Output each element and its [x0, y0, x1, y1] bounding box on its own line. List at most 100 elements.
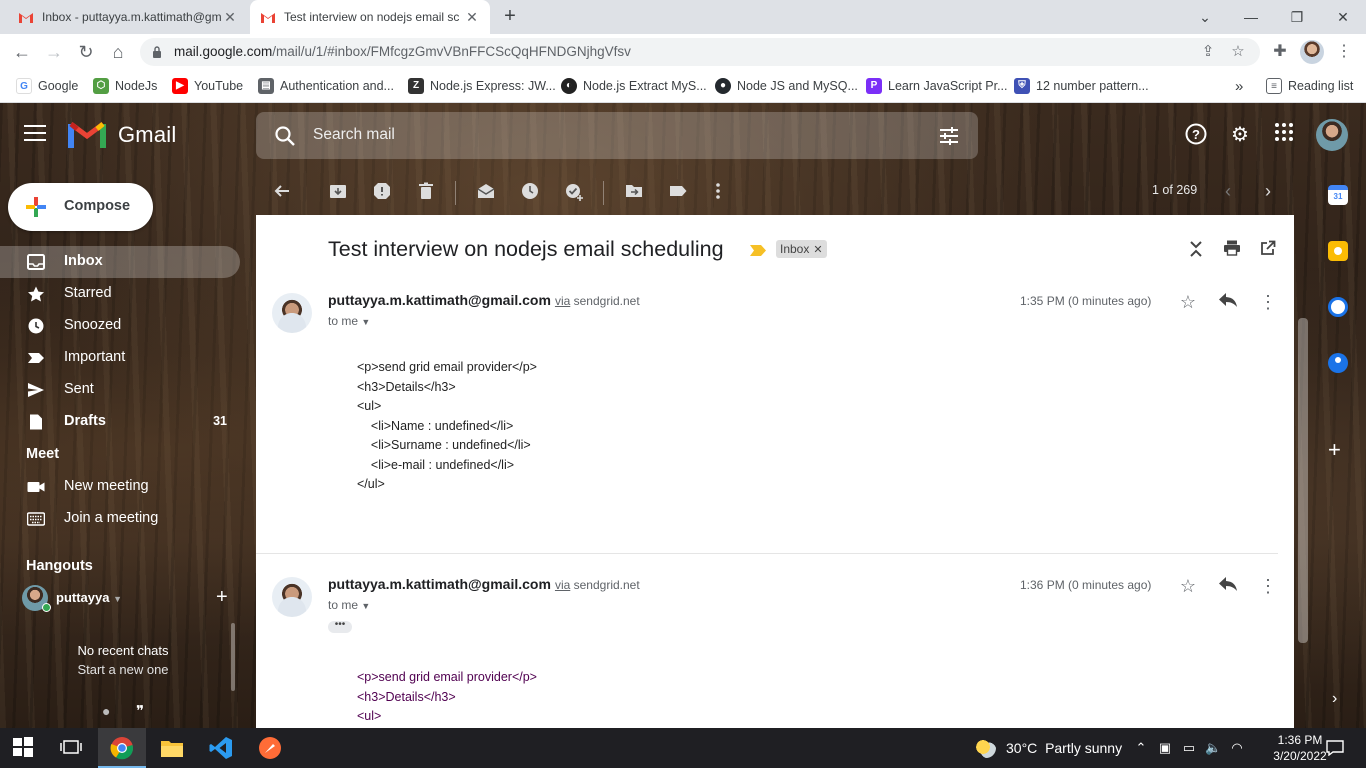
via-link[interactable]: via [555, 578, 570, 592]
close-tab-icon[interactable]: ✕ [222, 9, 238, 26]
sender-avatar[interactable] [272, 293, 312, 333]
main-menu-icon[interactable] [24, 125, 46, 143]
show-trimmed-content-button[interactable]: ••• [328, 620, 352, 633]
forward-icon[interactable]: → [42, 40, 66, 64]
close-tab-icon[interactable]: ✕ [464, 9, 480, 26]
show-details-arrow-icon[interactable]: ▼ [361, 601, 370, 611]
gmail-logo-icon[interactable] [68, 120, 106, 150]
keep-icon[interactable] [1328, 241, 1348, 261]
bookmark-youtube[interactable]: ▶ YouTube [172, 76, 243, 96]
reply-icon[interactable] [1216, 574, 1240, 598]
open-in-new-window-icon[interactable] [1258, 240, 1278, 260]
report-spam-icon[interactable] [372, 181, 396, 205]
help-icon[interactable]: ? [1183, 122, 1209, 148]
battery-icon[interactable]: ▭ [1181, 740, 1197, 756]
system-clock[interactable]: 1:36 PM 3/20/2022 [1270, 732, 1330, 764]
home-icon[interactable]: ⌂ [106, 40, 130, 64]
nav-item-important[interactable]: Important [0, 342, 240, 374]
older-chevron-right-icon[interactable]: › [1258, 181, 1278, 201]
settings-gear-icon[interactable]: ⚙ [1227, 122, 1253, 148]
nav-item-snoozed[interactable]: Snoozed [0, 310, 240, 342]
bookmarks-more-button[interactable]: » [1235, 76, 1243, 96]
star-icon[interactable]: ☆ [1176, 290, 1200, 314]
via-link[interactable]: via [555, 294, 570, 308]
compose-button[interactable]: Compose [8, 183, 153, 231]
show-side-panel-chevron-icon[interactable]: › [1332, 690, 1337, 708]
bookmark-node-mysql[interactable]: ● Node JS and MySQ... [715, 76, 858, 96]
sender-email[interactable]: puttayya.m.kattimath@gmail.com via sendgr… [328, 292, 640, 308]
sender-avatar[interactable] [272, 577, 312, 617]
postman-icon[interactable] [258, 736, 282, 760]
show-hidden-icons-chevron-icon[interactable]: ⌃ [1133, 740, 1149, 756]
bookmark-authentication[interactable]: ▤ Authentication and... [258, 76, 394, 96]
collapse-all-icon[interactable] [1186, 240, 1206, 260]
task-view-icon[interactable] [60, 736, 84, 760]
extensions-icon[interactable]: ✚ [1268, 40, 1292, 64]
bookmark-express-jwt[interactable]: Z Node.js Express: JW... [408, 76, 556, 96]
vscode-icon[interactable] [209, 736, 233, 760]
back-icon[interactable]: ← [10, 40, 34, 64]
chrome-menu-icon[interactable]: ⋮ [1332, 40, 1356, 64]
message-more-icon[interactable]: ⋮ [1256, 574, 1280, 598]
profile-avatar[interactable] [1300, 40, 1324, 64]
join-meeting-item[interactable]: Join a meeting [0, 503, 240, 535]
wifi-icon[interactable]: ◠ [1229, 740, 1245, 756]
bookmark-number-pattern[interactable]: ⛨ 12 number pattern... [1014, 76, 1149, 96]
snooze-icon[interactable] [520, 181, 544, 205]
add-to-tasks-icon[interactable] [564, 181, 588, 205]
hangouts-quote-icon[interactable]: ❞ [136, 702, 144, 720]
google-apps-icon[interactable] [1271, 122, 1297, 148]
search-options-icon[interactable] [938, 125, 960, 147]
search-icon[interactable] [274, 125, 296, 147]
new-tab-button[interactable]: + [498, 5, 522, 29]
reload-icon[interactable]: ↻ [74, 40, 98, 64]
print-icon[interactable] [1222, 240, 1242, 260]
bookmark-star-icon[interactable]: ☆ [1228, 42, 1248, 62]
newer-chevron-left-icon[interactable]: ‹ [1218, 181, 1238, 201]
reading-list-button[interactable]: ≡ Reading list [1266, 76, 1353, 96]
star-icon[interactable]: ☆ [1176, 574, 1200, 598]
tab-search-icon[interactable]: ⌄ [1182, 0, 1228, 34]
start-new-chat-link[interactable]: Start a new one [0, 660, 246, 679]
calendar-icon[interactable]: 31 [1328, 185, 1348, 205]
new-chat-plus-icon[interactable]: + [216, 586, 228, 609]
browser-tab-active[interactable]: Test interview on nodejs email sc ✕ [250, 0, 490, 34]
windows-start-icon[interactable] [12, 736, 36, 760]
more-options-icon[interactable] [708, 181, 732, 205]
recipient-summary[interactable]: to me ▼ [328, 598, 370, 612]
message-more-icon[interactable]: ⋮ [1256, 290, 1280, 314]
archive-icon[interactable] [328, 181, 352, 205]
search-input[interactable]: Search mail [313, 126, 395, 144]
account-avatar[interactable] [1316, 119, 1348, 151]
back-to-inbox-icon[interactable] [272, 181, 296, 205]
nav-item-starred[interactable]: Starred [0, 278, 240, 310]
volume-icon[interactable]: 🔈 [1205, 740, 1221, 756]
browser-tab-inbox[interactable]: Inbox - puttayya.m.kattimath@gm ✕ [8, 0, 248, 34]
restore-icon[interactable]: ❐ [1274, 0, 1320, 34]
labels-icon[interactable] [668, 181, 692, 205]
chrome-taskbar-icon[interactable] [110, 736, 134, 760]
notifications-icon[interactable] [1326, 740, 1344, 757]
importance-marker-icon[interactable] [750, 243, 766, 256]
sender-email[interactable]: puttayya.m.kattimath@gmail.com via sendgr… [328, 576, 640, 592]
contacts-person-icon[interactable]: ● [102, 703, 110, 719]
bookmark-google[interactable]: G Google [16, 76, 78, 96]
get-addons-plus-icon[interactable]: + [1328, 437, 1341, 463]
reply-icon[interactable] [1216, 290, 1240, 314]
nav-item-sent[interactable]: Sent [0, 374, 240, 406]
address-bar[interactable]: mail.google.com/mail/u/1/#inbox/FMfcgzGm… [140, 38, 1260, 66]
bookmark-nodejs[interactable]: ⬡ NodeJs [93, 76, 157, 96]
tasks-icon[interactable] [1328, 297, 1348, 317]
contacts-icon[interactable] [1328, 353, 1348, 373]
dropdown-arrow-icon[interactable]: ▼ [113, 594, 122, 604]
show-details-arrow-icon[interactable]: ▼ [361, 317, 370, 327]
close-window-icon[interactable]: ✕ [1320, 0, 1366, 34]
search-bar[interactable]: Search mail [256, 112, 978, 159]
hangouts-user[interactable]: puttayya ▼ + [22, 583, 232, 613]
message-scrollbar[interactable] [1298, 318, 1308, 643]
move-to-icon[interactable] [624, 181, 648, 205]
bookmark-learn-js[interactable]: P Learn JavaScript Pr... [866, 76, 1008, 96]
meet-now-icon[interactable]: ▣ [1157, 740, 1173, 756]
new-meeting-item[interactable]: New meeting [0, 471, 240, 503]
delete-icon[interactable] [416, 181, 440, 205]
